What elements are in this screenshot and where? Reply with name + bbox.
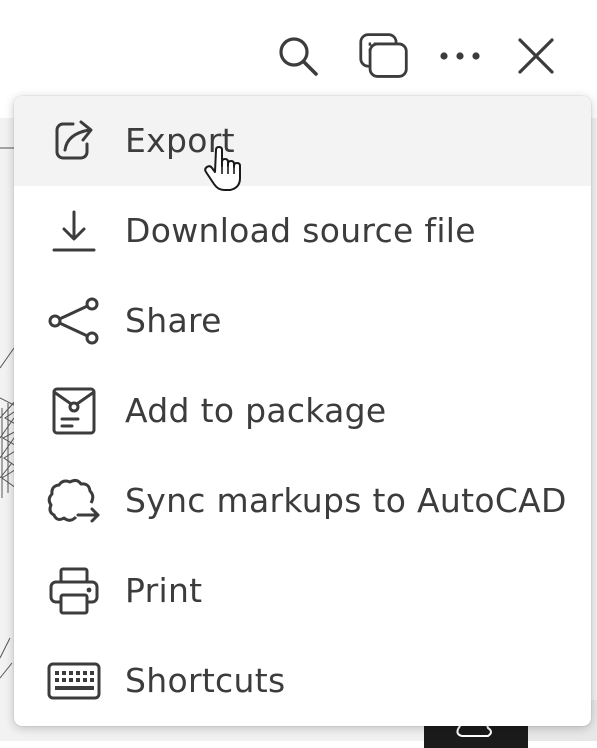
compare-sheets-icon	[359, 33, 408, 78]
share-icon	[46, 297, 102, 345]
close-icon	[518, 38, 554, 74]
menu-item-add-to-package[interactable]: Add to package	[14, 366, 591, 456]
menu-item-label: Print	[125, 571, 203, 610]
export-icon	[46, 117, 102, 165]
download-icon	[46, 207, 102, 255]
search-button[interactable]	[272, 30, 324, 82]
menu-item-sync-markups[interactable]: Sync markups to AutoCAD	[14, 456, 591, 546]
menu-item-label: Download source file	[125, 211, 476, 250]
more-options-icon	[440, 52, 480, 60]
keyboard-icon	[46, 657, 102, 705]
compare-sheets-button[interactable]	[358, 30, 410, 82]
menu-item-print[interactable]: Print	[14, 546, 591, 636]
more-options-button[interactable]	[434, 30, 486, 82]
printer-icon	[46, 567, 102, 615]
menu-item-shortcuts[interactable]: Shortcuts	[14, 636, 591, 726]
menu-item-export[interactable]: Export	[14, 96, 591, 186]
menu-item-label: Sync markups to AutoCAD	[125, 481, 567, 520]
sync-markups-icon	[46, 477, 102, 525]
menu-item-download-source-file[interactable]: Download source file	[14, 186, 591, 276]
close-button[interactable]	[510, 30, 562, 82]
menu-item-label: Add to package	[125, 391, 387, 430]
hand-pointer-cursor-icon	[204, 146, 241, 191]
menu-item-label: Share	[125, 301, 222, 340]
menu-item-label: Shortcuts	[125, 661, 286, 700]
more-options-menu: Export Download source file Share Add to…	[14, 96, 591, 726]
search-icon	[279, 37, 318, 76]
menu-item-share[interactable]: Share	[14, 276, 591, 366]
package-icon	[46, 387, 102, 435]
